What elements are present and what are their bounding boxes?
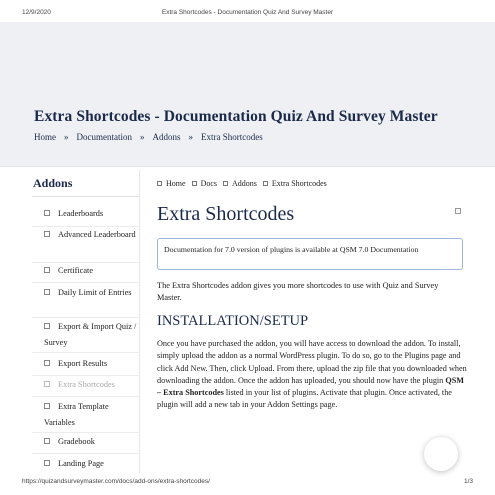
sidebar-item-label: Certificate [58,266,94,275]
print-icon[interactable] [455,208,461,214]
sidebar-item-label: Leaderboards [58,209,104,218]
sidebar-item-label: Gradebook [58,437,95,446]
sidebar-item-extra-shortcodes[interactable]: Extra Shortcodes [44,377,138,393]
breadcrumb-box-icon [191,180,197,186]
article-title: Extra Shortcodes [157,203,295,225]
sidebar-divider [32,352,139,353]
checkbox-icon [44,231,50,237]
installation-paragraph: Once you have purchased the addon, you w… [157,338,467,412]
checkbox-icon [44,460,50,466]
sidebar-divider [32,432,139,433]
sidebar-item-label: Extra Shortcodes [58,380,115,389]
content-breadcrumb: Home Docs Addons Extra Shortcodes [157,179,327,188]
breadcrumb-box-icon [223,180,229,186]
print-header: 12/9/2020 Extra Shortcodes - Documentati… [0,0,495,22]
breadcrumb-documentation[interactable]: Documentation [77,132,133,142]
breadcrumb-box-icon [262,180,268,186]
page-hero: Extra Shortcodes - Documentation Quiz An… [0,22,495,167]
sidebar-item-gradebook[interactable]: Gradebook [44,434,138,450]
sidebar-divider [32,196,139,197]
sidebar-item-certificate[interactable]: Certificate [44,263,138,279]
sidebar-item-label: Landing Page [58,459,104,468]
print-url: https://quizandsurveymaster.com/docs/add… [22,478,210,485]
breadcrumb-box-icon [157,180,162,186]
checkbox-icon [44,381,50,387]
section-heading: INSTALLATION/SETUP [157,313,309,329]
crumb-home[interactable]: Home [166,179,186,188]
breadcrumb-home[interactable]: Home [34,132,56,142]
sidebar-divider [32,317,139,318]
breadcrumb: Home » Documentation » Addons » Extra Shortcod… [34,132,263,142]
breadcrumb-addons[interactable]: Addons [153,132,181,142]
checkbox-icon [44,210,50,216]
checkbox-icon [44,289,50,295]
sidebar-title: Addons [33,176,73,190]
checkbox-icon [44,360,50,366]
sidebar-item-daily-limit[interactable]: Daily Limit of Entries [44,285,138,301]
sidebar-item-landing-page[interactable]: Landing Page [44,456,138,472]
chat-bubble-button[interactable] [424,437,458,471]
intro-paragraph: The Extra Shortcodes addon gives you mor… [157,281,439,303]
sidebar-item-label: Daily Limit of Entries [58,288,132,297]
checkbox-icon [44,323,50,329]
checkbox-icon [44,267,50,273]
breadcrumb-separator: » [188,132,194,142]
sidebar-item-export-results[interactable]: Export Results [44,356,138,372]
sidebar: Addons Leaderboards Advanced Leaderboard… [32,170,140,473]
page-number: 1/3 [463,478,473,485]
sidebar-item-label: Advanced Leaderboard [58,230,136,239]
sidebar-divider [32,396,139,397]
sidebar-item-extra-template-variables[interactable]: Extra Template Variables [44,399,138,431]
sidebar-item-leaderboards[interactable]: Leaderboards [44,206,138,222]
breadcrumb-separator: » [64,132,69,142]
body-text: Once you have purchased the addon, you w… [157,339,467,385]
crumb-docs[interactable]: Docs [201,179,217,188]
breadcrumb-separator: » [140,132,145,142]
version-notice: Documentation for 7.0 version of plugins… [157,238,463,270]
sidebar-item-label: Export Results [58,359,108,368]
main-content: Home Docs Addons Extra Shortcodes Extra … [157,170,467,475]
breadcrumb-current: Extra Shortcodes [201,132,263,142]
print-title: Extra Shortcodes - Documentation Quiz An… [161,9,334,16]
checkbox-icon [44,403,50,409]
crumb-addons[interactable]: Addons [232,179,257,188]
sidebar-divider [32,282,139,283]
page-title: Extra Shortcodes - Documentation Quiz An… [34,108,438,125]
sidebar-item-label: Export & Import Quiz / Survey [44,322,137,347]
sidebar-item-label: Extra Template Variables [44,402,109,427]
sidebar-divider [32,375,139,376]
sidebar-item-advanced-leaderboard[interactable]: Advanced Leaderboard [44,227,138,243]
sidebar-item-export-import[interactable]: Export & Import Quiz / Survey [44,319,138,351]
sidebar-divider [32,453,139,454]
checkbox-icon [44,438,50,444]
crumb-current: Extra Shortcodes [271,179,327,188]
print-footer: https://quizandsurveymaster.com/docs/add… [0,473,495,495]
